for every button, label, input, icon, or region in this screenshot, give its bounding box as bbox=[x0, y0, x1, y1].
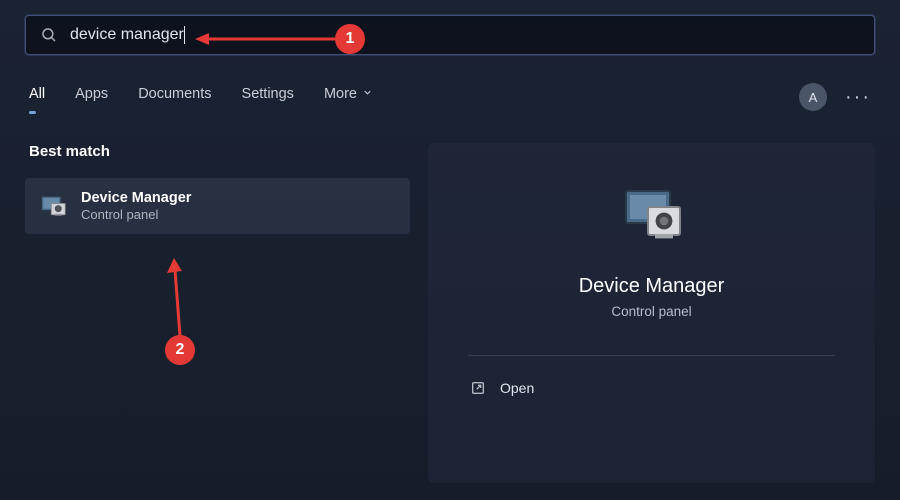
results-column: Best match Device Manager Control panel bbox=[25, 143, 410, 483]
detail-subtitle: Control panel bbox=[611, 304, 691, 319]
best-match-heading: Best match bbox=[25, 143, 410, 160]
result-title: Device Manager bbox=[81, 190, 191, 206]
avatar-letter: A bbox=[809, 90, 818, 105]
search-input[interactable]: device manager bbox=[70, 26, 860, 44]
overflow-menu-icon[interactable]: ··· bbox=[845, 86, 871, 109]
action-open[interactable]: Open bbox=[468, 376, 835, 400]
open-external-icon bbox=[470, 380, 486, 396]
filter-tabs: All Apps Documents Settings More A ··· bbox=[25, 83, 875, 111]
detail-title: Device Manager bbox=[579, 275, 725, 298]
action-open-label: Open bbox=[500, 380, 534, 396]
annotation-badge-1: 1 bbox=[335, 24, 365, 54]
search-icon bbox=[40, 26, 58, 44]
device-manager-icon bbox=[39, 192, 67, 220]
annotation-arrow-1 bbox=[195, 30, 340, 48]
device-manager-icon-large bbox=[620, 183, 684, 247]
search-bar[interactable]: device manager bbox=[25, 15, 875, 55]
search-input-text: device manager bbox=[70, 26, 184, 43]
tab-more[interactable]: More bbox=[324, 86, 373, 108]
result-device-manager[interactable]: Device Manager Control panel bbox=[25, 178, 410, 234]
divider bbox=[468, 355, 835, 356]
tab-settings[interactable]: Settings bbox=[242, 86, 294, 108]
avatar[interactable]: A bbox=[799, 83, 827, 111]
tab-documents[interactable]: Documents bbox=[138, 86, 211, 108]
annotation-badge-2: 2 bbox=[165, 335, 195, 365]
detail-column: Device Manager Control panel Open bbox=[428, 143, 875, 483]
tab-all[interactable]: All bbox=[29, 86, 45, 108]
detail-panel: Device Manager Control panel Open bbox=[428, 143, 875, 483]
result-subtitle: Control panel bbox=[81, 207, 191, 222]
tab-more-label: More bbox=[324, 86, 357, 102]
annotation-arrow-2 bbox=[165, 258, 195, 340]
text-cursor bbox=[184, 26, 185, 44]
chevron-down-icon bbox=[362, 86, 373, 102]
tab-apps[interactable]: Apps bbox=[75, 86, 108, 108]
